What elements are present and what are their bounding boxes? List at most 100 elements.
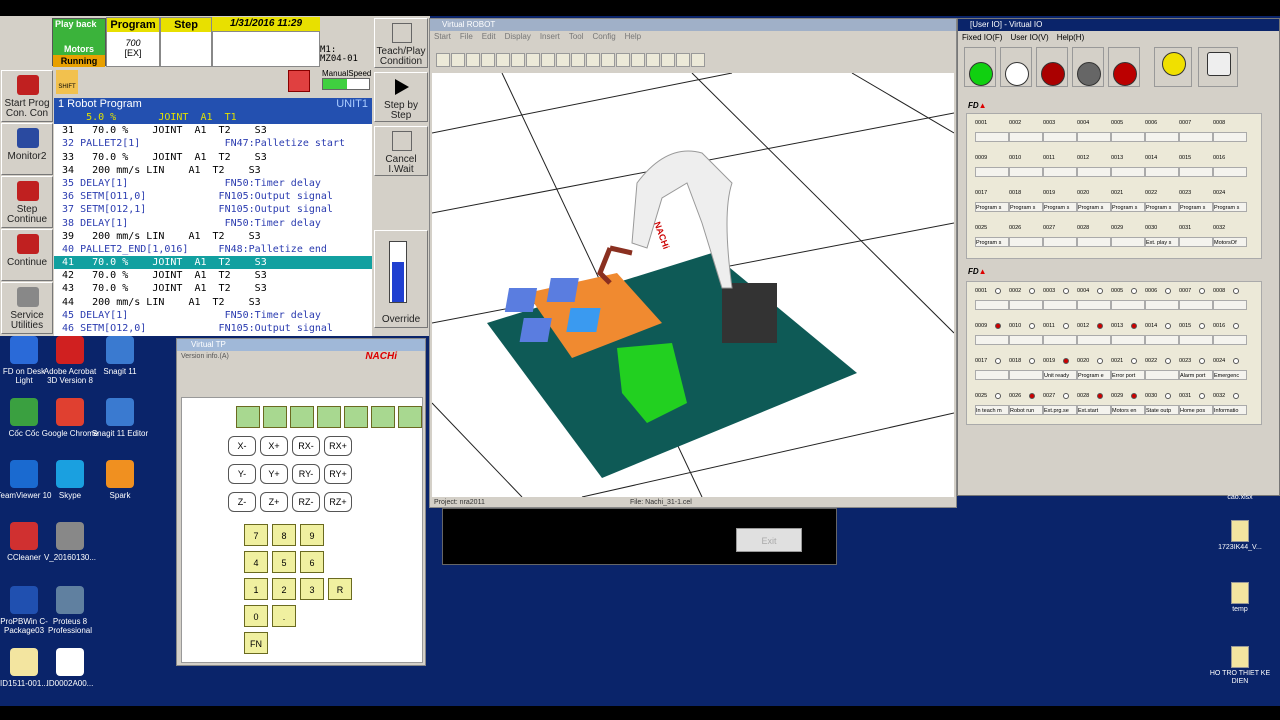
program-line[interactable]: 33 70.0 % JOINT A1 T2 S3 xyxy=(54,151,372,164)
program-line[interactable]: 5.0 % JOINT A1 T1 xyxy=(54,111,372,125)
keypad-key[interactable]: 5 xyxy=(272,551,296,573)
toolbar-button[interactable] xyxy=(526,53,540,67)
io-signal-button[interactable] xyxy=(1145,335,1179,345)
keypad-key[interactable]: 9 xyxy=(300,524,324,546)
vio-menu-item[interactable]: User IO(V) xyxy=(1010,33,1048,42)
program-line[interactable]: 46 SETM[O12,0] FN105:Output signal xyxy=(54,322,372,335)
desktop-file-icon[interactable]: 1723IK44_V... xyxy=(1205,520,1275,552)
io-signal-button[interactable] xyxy=(1111,300,1145,310)
io-signal-button[interactable] xyxy=(1213,300,1247,310)
toolbar-button[interactable] xyxy=(541,53,555,67)
red-stop-button[interactable] xyxy=(1036,47,1068,87)
jog-button[interactable]: Z- xyxy=(228,492,256,512)
io-signal-button[interactable] xyxy=(1077,132,1111,142)
green-start-button[interactable] xyxy=(964,47,996,87)
io-signal-button[interactable]: Unit ready xyxy=(1043,370,1077,380)
io-signal-button[interactable] xyxy=(1077,237,1111,247)
gripper-hand-button[interactable] xyxy=(1198,47,1238,87)
io-signal-button[interactable]: Alarm port xyxy=(1179,370,1213,380)
jog-button[interactable]: X- xyxy=(228,436,256,456)
io-signal-button[interactable]: Motors en xyxy=(1111,405,1145,415)
jog-button[interactable]: RZ- xyxy=(292,492,320,512)
toolbar-button[interactable] xyxy=(601,53,615,67)
io-signal-button[interactable]: Program s xyxy=(975,202,1009,212)
io-signal-button[interactable]: State outp xyxy=(1145,405,1179,415)
io-signal-button[interactable] xyxy=(975,370,1009,380)
io-signal-button[interactable] xyxy=(1179,167,1213,177)
io-signal-button[interactable] xyxy=(1009,300,1043,310)
io-signal-button[interactable]: Program s xyxy=(1213,202,1247,212)
desktop-file-icon[interactable]: HO TRO THIET KE DIEN xyxy=(1205,646,1275,686)
start-prog-button[interactable]: Start Prog Con. Con xyxy=(1,70,53,122)
continue-button[interactable]: Continue xyxy=(1,229,53,281)
tool-key[interactable] xyxy=(344,406,368,428)
io-signal-button[interactable]: Error port xyxy=(1111,370,1145,380)
jog-button[interactable]: RX- xyxy=(292,436,320,456)
keypad-key[interactable]: . xyxy=(272,605,296,627)
desktop-file-icon[interactable]: temp xyxy=(1205,582,1275,614)
vio-menu-item[interactable]: Help(H) xyxy=(1057,33,1085,42)
io-signal-button[interactable] xyxy=(975,335,1009,345)
manual-speed-bar[interactable] xyxy=(322,78,370,90)
io-signal-button[interactable]: In teach m xyxy=(975,405,1009,415)
io-signal-button[interactable]: Program s xyxy=(1145,202,1179,212)
io-signal-button[interactable]: Ext.prg.se xyxy=(1043,405,1077,415)
vio-menu-item[interactable]: Fixed IO(F) xyxy=(962,33,1002,42)
io-signal-button[interactable] xyxy=(1179,335,1213,345)
program-line[interactable]: 42 70.0 % JOINT A1 T2 S3 xyxy=(54,269,372,282)
step-continue-button[interactable]: Step Continue xyxy=(1,176,53,228)
toolbar-button[interactable] xyxy=(436,53,450,67)
vr-menu-item[interactable]: Start xyxy=(434,32,451,41)
io-signal-button[interactable] xyxy=(1043,167,1077,177)
program-line[interactable]: 38 DELAY[1] FN50:Timer delay xyxy=(54,217,372,230)
toolbar-button[interactable] xyxy=(571,53,585,67)
program-line[interactable]: 43 70.0 % JOINT A1 T2 S3 xyxy=(54,282,372,295)
io-signal-button[interactable]: Program s xyxy=(1009,202,1043,212)
tool-key[interactable] xyxy=(371,406,395,428)
toolbar-button[interactable] xyxy=(466,53,480,67)
vr-menu-item[interactable]: Config xyxy=(593,32,616,41)
io-signal-button[interactable] xyxy=(1213,167,1247,177)
step-by-step-button[interactable]: Step by Step xyxy=(374,72,428,122)
io-signal-button[interactable]: Program s xyxy=(1077,202,1111,212)
toolbar-button[interactable] xyxy=(691,53,705,67)
io-signal-button[interactable] xyxy=(1179,132,1213,142)
toolbar-button[interactable] xyxy=(616,53,630,67)
override-button[interactable]: Override xyxy=(374,230,428,328)
program-line[interactable]: 32 PALLET2[1] FN47:Palletize start xyxy=(54,137,372,150)
desktop-file-icon[interactable]: cao.xlsx xyxy=(1205,494,1275,502)
keypad-key[interactable]: 1 xyxy=(244,578,268,600)
io-signal-button[interactable] xyxy=(975,167,1009,177)
io-signal-button[interactable]: MotorsOf xyxy=(1213,237,1247,247)
io-signal-button[interactable]: Ext. play s xyxy=(1145,237,1179,247)
virtual-tp-version[interactable]: Version info.(A) xyxy=(181,353,229,360)
io-signal-button[interactable] xyxy=(1043,132,1077,142)
keypad-key[interactable]: R xyxy=(328,578,352,600)
jog-button[interactable]: Y- xyxy=(228,464,256,484)
io-signal-button[interactable] xyxy=(1043,237,1077,247)
io-signal-button[interactable]: Informatio xyxy=(1213,405,1247,415)
cancel-wait-button[interactable]: Cancel I.Wait xyxy=(374,126,428,176)
keypad-key[interactable]: 8 xyxy=(272,524,296,546)
toolbar-button[interactable] xyxy=(676,53,690,67)
tool-key[interactable] xyxy=(236,406,260,428)
program-line[interactable]: 45 DELAY[1] FN50:Timer delay xyxy=(54,309,372,322)
io-signal-button[interactable] xyxy=(1145,370,1179,380)
program-line[interactable]: 35 DELAY[1] FN50:Timer delay xyxy=(54,177,372,190)
io-signal-button[interactable]: Program e xyxy=(1077,370,1111,380)
program-line[interactable]: 41 70.0 % JOINT A1 T2 S3 xyxy=(54,256,372,270)
jog-button[interactable]: RZ+ xyxy=(324,492,352,512)
io-signal-button[interactable] xyxy=(1145,300,1179,310)
service-utilities-button[interactable]: Service Utilities xyxy=(1,282,53,334)
io-signal-button[interactable] xyxy=(1111,167,1145,177)
desktop-icon[interactable]: ID0002A00... xyxy=(40,648,100,688)
tool-key[interactable] xyxy=(398,406,422,428)
keypad-key[interactable]: 2 xyxy=(272,578,296,600)
jog-button[interactable]: X+ xyxy=(260,436,288,456)
io-signal-button[interactable] xyxy=(1009,335,1043,345)
io-signal-button[interactable] xyxy=(1179,300,1213,310)
exit-button[interactable]: Exit xyxy=(736,528,802,552)
toolbar-button[interactable] xyxy=(586,53,600,67)
toolbar-button[interactable] xyxy=(496,53,510,67)
io-signal-button[interactable]: Home pos xyxy=(1179,405,1213,415)
